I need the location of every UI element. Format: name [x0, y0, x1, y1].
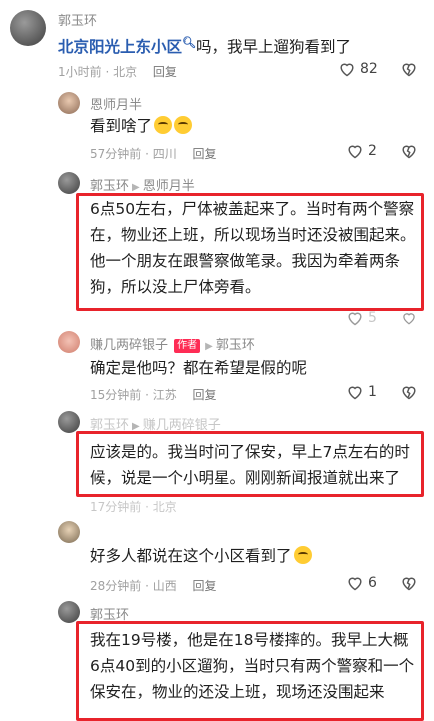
highlight-box [76, 193, 424, 311]
like-count: 82 [360, 61, 378, 77]
crying-emoji-icon [154, 116, 173, 134]
heart-icon [348, 312, 362, 326]
broken-heart-icon [402, 386, 416, 400]
dislike-button[interactable] [400, 61, 418, 81]
dislike-button[interactable] [400, 310, 418, 329]
comment-text: 北京阳光上东小区🔍︎吗，我早上遛狗看到了 [58, 30, 418, 60]
broken-heart-icon [402, 63, 416, 77]
comment-username-label: 赚几两碎银子 [90, 338, 169, 353]
like-count: 1 [368, 384, 377, 400]
sweat-smile-emoji-icon [293, 546, 312, 564]
dislike-button[interactable] [400, 575, 418, 595]
reply-button[interactable]: 回复 [193, 579, 217, 593]
crying-emoji-icon [174, 116, 193, 134]
comment-meta: 1小时前 · 北京 回复 [58, 63, 177, 80]
like-button[interactable]: 6 [346, 575, 377, 591]
broken-heart-icon [402, 577, 416, 591]
like-button[interactable]: 1 [346, 384, 377, 400]
like-count: 2 [368, 143, 377, 159]
broken-heart-icon [402, 145, 416, 159]
comment-text-body: 好多人都说在这个小区看到了 [90, 547, 292, 565]
like-count: 6 [368, 575, 377, 591]
reply-button[interactable]: 回复 [193, 147, 217, 161]
avatar[interactable] [58, 601, 80, 623]
heart-icon [340, 63, 354, 77]
avatar[interactable] [58, 331, 80, 353]
dislike-button[interactable] [400, 143, 418, 163]
reply-to-user: 恩师月半 [142, 179, 195, 194]
like-button[interactable]: 2 [346, 143, 377, 159]
comment-time-location: 28分钟前 · 山西 [90, 579, 177, 593]
broken-heart-icon [403, 313, 415, 325]
comment-username[interactable]: 赚几两碎银子 作者 ▶ 郭玉环 [90, 334, 255, 353]
comment-meta: 15分钟前 · 江苏 回复 [90, 386, 217, 403]
comment-time-location: 57分钟前 · 四川 [90, 147, 177, 161]
comment-time-location: 17分钟前 · 北京 [90, 500, 177, 514]
avatar[interactable] [58, 172, 80, 194]
reply-button[interactable]: 回复 [153, 65, 177, 79]
comment-username-label: 郭玉环 [90, 179, 130, 194]
comment-meta: 57分钟前 · 四川 回复 [90, 145, 217, 162]
location-link-label: 北京阳光上东小区 [58, 38, 183, 56]
reply-arrow-icon: ▶ [132, 182, 140, 193]
heart-icon [348, 145, 362, 159]
avatar[interactable] [58, 411, 80, 433]
avatar[interactable] [10, 10, 46, 46]
like-button[interactable]: 82 [338, 61, 378, 77]
comment-time-location: 15分钟前 · 江苏 [90, 388, 177, 402]
heart-icon [348, 386, 362, 400]
search-icon: 🔍︎ [182, 36, 196, 49]
comment-text: 确定是他吗？都在希望是假的呢 [90, 359, 308, 377]
comment-text: 好多人都说在这个小区看到了 [90, 543, 420, 569]
highlight-box [76, 431, 424, 497]
comment-time-location: 1小时前 · 北京 [58, 65, 138, 79]
reply-button[interactable]: 回复 [193, 388, 217, 402]
like-button[interactable]: 5 [346, 310, 377, 326]
comment-meta: 28分钟前 · 山西 回复 [90, 577, 217, 594]
reply-to-user: 郭玉环 [215, 338, 255, 353]
highlight-box [76, 621, 424, 721]
author-badge: 作者 [174, 339, 201, 353]
avatar[interactable] [58, 92, 80, 114]
comment-text: 看到啥了 [90, 113, 410, 139]
comment-username[interactable]: 郭玉环 [58, 10, 97, 29]
comment-meta: 17分钟前 · 北京 [90, 498, 177, 515]
location-link[interactable]: 北京阳光上东小区🔍︎ [58, 36, 196, 56]
comment-text-body: 吗，我早上遛狗看到了 [195, 38, 351, 56]
comment-username[interactable]: 郭玉环 ▶ 恩师月半 [90, 175, 195, 194]
heart-icon [348, 577, 362, 591]
comment-text-body: 看到啥了 [90, 117, 153, 135]
avatar[interactable] [58, 521, 80, 543]
reply-arrow-icon: ▶ [205, 341, 213, 352]
comment-username[interactable]: 恩师月半 [90, 94, 142, 113]
dislike-button[interactable] [400, 384, 418, 404]
like-count: 5 [368, 310, 377, 326]
